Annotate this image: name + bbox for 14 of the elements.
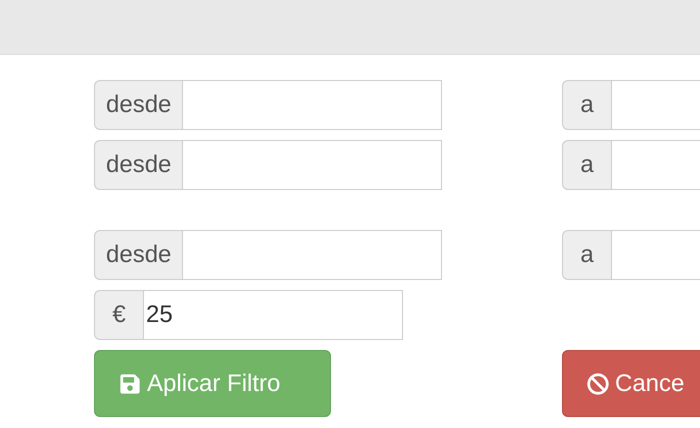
ban-icon (587, 372, 609, 394)
cancel-button[interactable]: Cance (562, 350, 700, 417)
addon-label: a (562, 140, 611, 190)
addon-label: desde (94, 80, 182, 130)
input-field[interactable]: 25 (143, 290, 403, 340)
input-field[interactable] (182, 80, 442, 130)
addon-label: a (562, 230, 611, 280)
addon-label: desde (94, 140, 182, 190)
addon-label: desde (94, 230, 182, 280)
input-field[interactable] (182, 140, 442, 190)
input-field[interactable] (182, 230, 442, 280)
apply-button[interactable]: Aplicar Filtro (94, 350, 331, 417)
addon-label: a (562, 80, 611, 130)
addon-label: € (94, 290, 143, 340)
